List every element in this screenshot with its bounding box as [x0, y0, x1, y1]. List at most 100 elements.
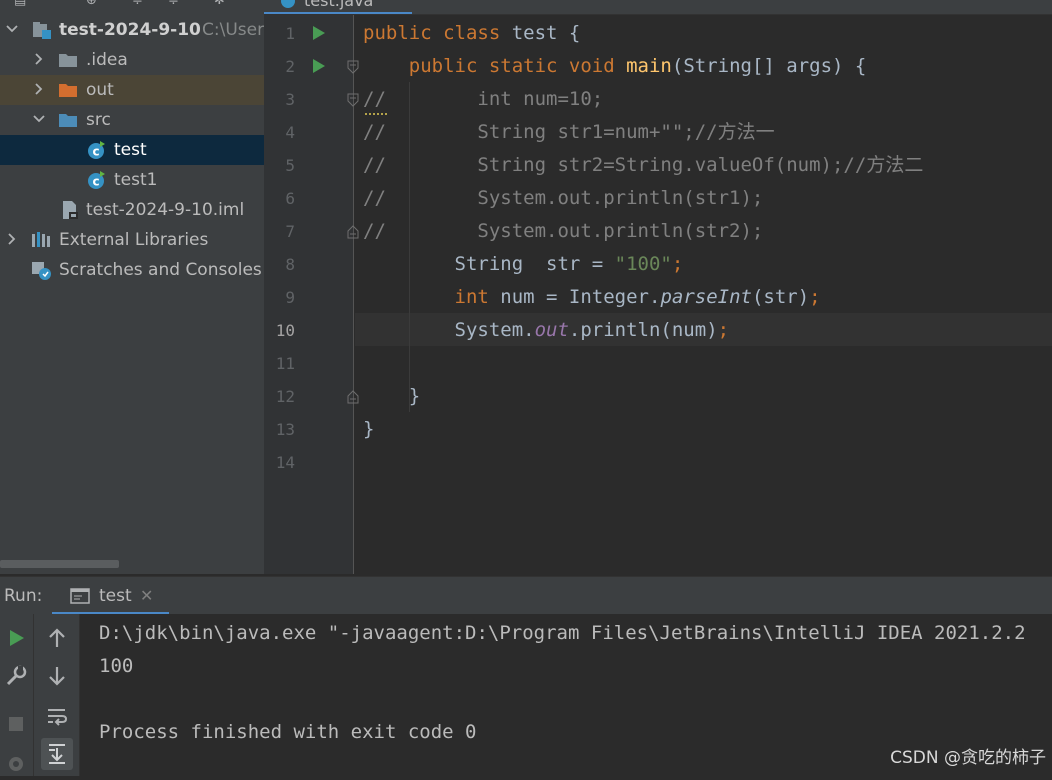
line-number: 8	[285, 255, 295, 274]
java-class-icon: c	[86, 170, 106, 190]
fold-marker-icon[interactable]	[347, 59, 359, 74]
arrow-down-icon[interactable]	[45, 664, 69, 688]
wrench-icon[interactable]	[4, 664, 28, 688]
tree-item-iml[interactable]: test-2024-9-10.iml	[0, 195, 264, 225]
close-icon[interactable]: ✕	[140, 577, 153, 615]
code-line[interactable]: }	[363, 380, 420, 413]
line-number: 12	[275, 387, 295, 406]
console-line-exit: Process finished with exit code 0	[99, 721, 477, 743]
code-token: // String str1=num+"";//方法一	[363, 121, 775, 143]
code-line[interactable]: System.out.println(num);	[363, 314, 730, 347]
chevron-down-icon[interactable]	[6, 15, 20, 45]
svg-text:c: c	[92, 175, 99, 189]
settings-gear-icon[interactable]: ✲	[214, 0, 228, 8]
scroll-to-end-icon[interactable]	[41, 738, 73, 770]
code-token: (String[] args) {	[671, 55, 867, 77]
sidebar-horizontal-scrollbar[interactable]	[0, 560, 119, 568]
code-token: num = Integer.	[500, 286, 661, 308]
line-number: 1	[285, 24, 295, 43]
fold-marker-icon[interactable]	[347, 224, 359, 239]
console-line-command: D:\jdk\bin\java.exe "-javaagent:D:\Progr…	[99, 622, 1026, 644]
code-line[interactable]: int num = Integer.parseInt(str);	[363, 281, 821, 314]
run-tab-label: test	[99, 586, 132, 606]
fold-marker-icon[interactable]	[347, 92, 359, 107]
project-toolbar: ▤ ⊕ ≑ ≑ ✲	[0, 0, 264, 14]
code-line[interactable]: // String str1=num+"";//方法一	[363, 116, 775, 149]
code-line[interactable]: // System.out.println(str2);	[363, 215, 763, 248]
code-line[interactable]: // System.out.println(str1);	[363, 182, 763, 215]
chevron-right-icon[interactable]	[33, 75, 47, 105]
expand-icon[interactable]: ≑	[168, 0, 182, 8]
tree-item-test-class[interactable]: c test	[0, 135, 264, 165]
tree-root-project[interactable]: test-2024-9-10 C:\Users	[0, 15, 264, 45]
code-line[interactable]: public static void main(String[] args) {	[363, 50, 867, 83]
watermark: CSDN @贪吃的柿子	[890, 748, 1046, 768]
excluded-folder-icon	[58, 80, 78, 100]
chevron-down-icon[interactable]	[33, 105, 47, 135]
run-icon[interactable]	[312, 25, 326, 41]
tree-item-label: test1	[114, 170, 158, 190]
console-line-output: 100	[99, 655, 134, 677]
code-token: // System.out.println(str2);	[363, 220, 764, 242]
editor-tab-label: test.java	[304, 0, 374, 10]
code-line[interactable]: // int num=10;	[363, 83, 603, 116]
code-line[interactable]: public class test {	[363, 17, 580, 50]
tree-item-idea[interactable]: .idea	[0, 45, 264, 75]
run-icon[interactable]	[312, 58, 326, 74]
line-number: 5	[285, 156, 295, 175]
project-name: test-2024-9-10	[59, 20, 201, 40]
collapse-icon[interactable]: ≑	[132, 0, 146, 8]
soft-wrap-icon[interactable]	[45, 704, 69, 728]
project-view-icon[interactable]: ▤	[14, 0, 28, 8]
line-number: 7	[285, 222, 295, 241]
code-token: out	[534, 319, 569, 341]
tree-item-out[interactable]: out	[0, 75, 264, 105]
line-number: 2	[285, 57, 295, 76]
project-tool-window: ▤ ⊕ ≑ ≑ ✲ test-2024-9-10 C:\Users .idea	[0, 0, 264, 574]
code-token: // String str2=String.valueOf(num);//方法二	[363, 154, 924, 176]
iml-file-icon	[60, 200, 80, 220]
code-token: System.	[363, 319, 535, 341]
code-token: .println(num)	[568, 319, 718, 341]
tree-item-test1-class[interactable]: c test1	[0, 165, 264, 195]
code-token: test {	[511, 22, 581, 44]
code-editor[interactable]: test.java 1 2 3 4 5 6 7 8 9 10 11 12 13 14 public clas…	[264, 0, 1052, 574]
code-token: ;	[717, 319, 730, 341]
tree-item-label: test	[114, 140, 147, 160]
fold-marker-icon[interactable]	[347, 389, 359, 404]
code-token: (str)	[751, 286, 810, 308]
active-tab-indicator	[264, 12, 412, 14]
tree-item-label: External Libraries	[59, 230, 209, 250]
tree-item-src[interactable]: src	[0, 105, 264, 135]
code-token: // System.out.println(str1);	[363, 187, 764, 209]
tree-item-label: out	[86, 80, 114, 100]
arrow-up-icon[interactable]	[45, 626, 69, 650]
locate-icon[interactable]: ⊕	[86, 0, 100, 8]
console-tab-icon	[70, 587, 90, 605]
libraries-icon	[31, 230, 51, 250]
code-line[interactable]: }	[363, 413, 374, 446]
code-token: public static void	[363, 55, 627, 77]
rerun-icon[interactable]	[4, 626, 28, 650]
tree-item-label: .idea	[86, 50, 128, 70]
line-number: 10	[275, 321, 295, 340]
chevron-right-icon[interactable]	[33, 45, 47, 75]
tree-item-external-libraries[interactable]: External Libraries	[0, 225, 264, 255]
run-tool-window-header: Run: test ✕	[0, 576, 1052, 615]
tree-item-label: src	[86, 110, 111, 130]
settings-gear-icon[interactable]	[4, 752, 28, 776]
run-tab-test[interactable]: test ✕	[52, 577, 169, 615]
run-toolbar-secondary	[34, 614, 80, 776]
tree-item-label: test-2024-9-10.iml	[86, 200, 245, 220]
chevron-right-icon[interactable]	[6, 225, 20, 255]
code-token: public class	[363, 22, 512, 44]
code-line[interactable]: String str = "100";	[363, 248, 684, 281]
stop-icon[interactable]	[4, 712, 28, 736]
code-token: String str =	[363, 253, 615, 275]
tree-item-scratches[interactable]: Scratches and Consoles	[0, 255, 264, 285]
code-token: }	[363, 385, 421, 407]
code-line[interactable]: // String str2=String.valueOf(num);//方法二	[363, 149, 923, 182]
editor-tab-test-java[interactable]: test.java	[264, 0, 412, 14]
run-label: Run:	[4, 586, 43, 606]
code-token: int	[363, 286, 501, 308]
